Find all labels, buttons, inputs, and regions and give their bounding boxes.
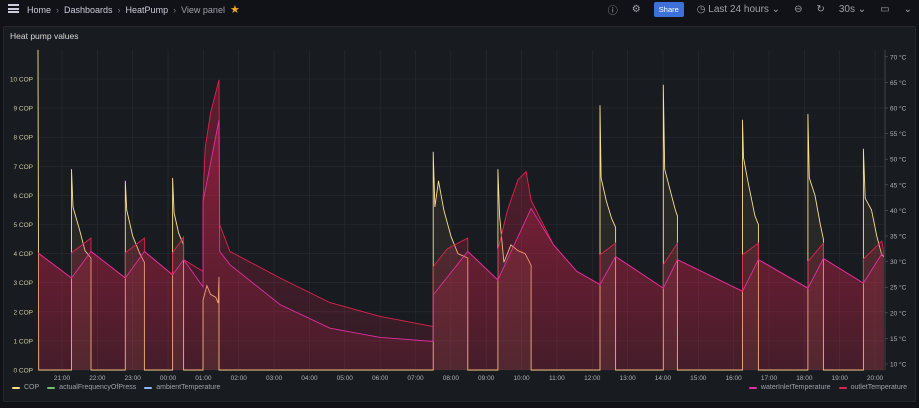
y-right-tick-label: 35 °C [890, 233, 907, 241]
x-tick-label: 05:00 [337, 375, 354, 382]
y-right-tick-label: 25 °C [890, 284, 907, 292]
legend-item[interactable]: outletTemperature [838, 384, 907, 391]
x-tick-label: 16:00 [726, 375, 743, 382]
x-tick-label: 13:00 [619, 375, 636, 382]
x-tick-label: 01:00 [195, 375, 212, 382]
legend-swatch [748, 386, 757, 389]
y-left-tick-label: 4 COP [13, 251, 33, 258]
y-left-tick-label: 10 COP [10, 77, 33, 84]
legend-swatch [144, 386, 153, 389]
x-tick-label: 17:00 [761, 375, 778, 382]
legend-item[interactable]: waterInletTemperature [748, 384, 831, 391]
legend-label: actualFrequencyOfPress [59, 384, 137, 391]
x-tick-label: 00:00 [160, 375, 177, 382]
x-tick-label: 07:00 [407, 375, 424, 382]
y-right-tick-label: 20 °C [890, 309, 907, 317]
legend-swatch [47, 386, 56, 389]
y-right-tick-label: 30 °C [890, 258, 907, 266]
legend-item[interactable]: COP [12, 384, 39, 391]
y-left-tick-label: 1 COP [13, 338, 33, 345]
x-tick-label: 12:00 [584, 375, 601, 382]
x-tick-label: 21:00 [54, 375, 71, 382]
legend-right: waterInletTemperature outletTemperature [748, 384, 907, 391]
legend-label: ambientTemperature [156, 384, 221, 391]
x-tick-label: 19:00 [832, 375, 849, 382]
x-tick-label: 23:00 [125, 375, 142, 382]
x-tick-label: 11:00 [549, 375, 565, 382]
x-tick-label: 15:00 [690, 375, 707, 382]
y-right-tick-label: 60 °C [890, 105, 907, 113]
legend-item[interactable]: actualFrequencyOfPress [47, 384, 136, 391]
x-tick-label: 20:00 [867, 375, 884, 382]
legend-label: outletTemperature [850, 384, 907, 391]
y-left-tick-label: 5 COP [13, 222, 33, 229]
legend-label: COP [24, 384, 40, 391]
x-tick-label: 03:00 [266, 375, 283, 382]
x-tick-label: 02:00 [231, 375, 248, 382]
y-right-tick-label: 45 °C [890, 181, 907, 189]
x-tick-label: 08:00 [443, 375, 460, 382]
y-left-tick-label: 3 COP [13, 280, 33, 287]
x-tick-label: 04:00 [301, 375, 318, 382]
y-right-tick-label: 15 °C [890, 335, 907, 343]
x-tick-label: 09:00 [478, 375, 495, 382]
legend-swatch [12, 386, 20, 389]
y-left-tick-label: 6 COP [13, 193, 33, 200]
x-tick-label: 22:00 [89, 375, 106, 382]
y-left-tick-label: 0 COP [13, 368, 33, 375]
y-left-tick-label: 7 COP [13, 164, 33, 171]
y-right-tick-label: 10 °C [890, 361, 907, 369]
time-series-chart: 0 COP 1 COP 2 COP 3 COP 4 COP 5 COP 6 COP 7 COP… [10, 49, 907, 382]
y-left-tick-label: 9 COP [13, 106, 33, 113]
x-tick-label: 18:00 [796, 375, 813, 382]
y-right-tick-label: 55 °C [890, 130, 907, 138]
y-right-tick-label: 50 °C [890, 156, 907, 164]
y-right-tick-label: 70 °C [890, 53, 907, 61]
legend-swatch [838, 386, 847, 389]
y-right-tick-label: 65 °C [890, 79, 907, 87]
x-tick-label: 06:00 [372, 375, 389, 382]
legend-left: COP actualFrequencyOfPress ambientTemperat… [12, 384, 220, 391]
y-right-tick-label: 40 °C [890, 207, 907, 215]
y-left-tick-label: 8 COP [13, 135, 33, 142]
legend-label: waterInletTemperature [760, 384, 831, 391]
x-tick-label: 10:00 [513, 375, 530, 382]
x-tick-label: 14:00 [655, 375, 672, 382]
legend-item[interactable]: ambientTemperature [144, 384, 220, 391]
y-left-tick-label: 2 COP [13, 309, 33, 316]
